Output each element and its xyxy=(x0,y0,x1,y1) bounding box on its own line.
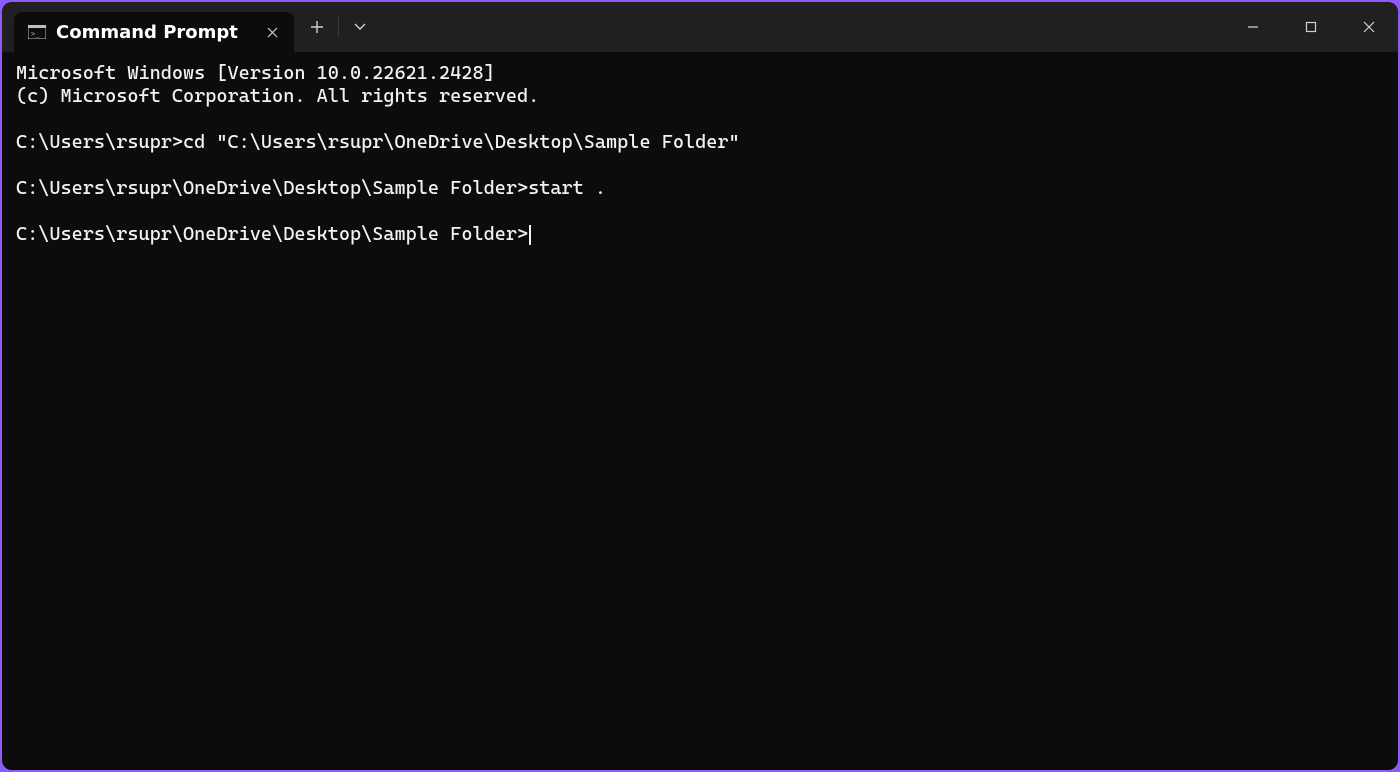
tab-title: Command Prompt xyxy=(56,22,252,43)
terminal-window: >_ Command Prompt xyxy=(2,2,1398,770)
plus-icon xyxy=(310,20,324,34)
terminal-line: C:\Users\rsupr\OneDrive\Desktop\Sample F… xyxy=(16,223,1384,246)
terminal-line xyxy=(16,108,1384,131)
tab-separator xyxy=(338,17,339,37)
terminal-line: C:\Users\rsupr\OneDrive\Desktop\Sample F… xyxy=(16,177,1384,200)
terminal-line: C:\Users\rsupr>cd "C:\Users\rsupr\OneDri… xyxy=(16,131,1384,154)
terminal-line: Microsoft Windows [Version 10.0.22621.24… xyxy=(16,62,1384,85)
tab-close-button[interactable] xyxy=(262,22,282,42)
close-icon xyxy=(1363,21,1375,33)
terminal-output[interactable]: Microsoft Windows [Version 10.0.22621.24… xyxy=(2,52,1398,770)
minimize-icon xyxy=(1247,21,1259,33)
tabs-region: >_ Command Prompt xyxy=(2,2,294,52)
command-prompt-icon: >_ xyxy=(28,25,46,39)
titlebar[interactable]: >_ Command Prompt xyxy=(2,2,1398,52)
close-icon xyxy=(267,27,278,38)
terminal-line xyxy=(16,200,1384,223)
minimize-button[interactable] xyxy=(1224,2,1282,52)
titlebar-drag-region[interactable] xyxy=(377,2,1224,52)
tab-command-prompt[interactable]: >_ Command Prompt xyxy=(14,12,294,52)
svg-text:>_: >_ xyxy=(31,30,40,38)
close-window-button[interactable] xyxy=(1340,2,1398,52)
new-tab-area xyxy=(294,2,377,52)
maximize-button[interactable] xyxy=(1282,2,1340,52)
chevron-down-icon xyxy=(354,23,366,31)
new-tab-button[interactable] xyxy=(300,10,334,44)
maximize-icon xyxy=(1305,21,1317,33)
terminal-line xyxy=(16,154,1384,177)
text-cursor xyxy=(529,225,531,245)
terminal-line: (c) Microsoft Corporation. All rights re… xyxy=(16,85,1384,108)
window-controls xyxy=(1224,2,1398,52)
tab-dropdown-button[interactable] xyxy=(343,10,377,44)
